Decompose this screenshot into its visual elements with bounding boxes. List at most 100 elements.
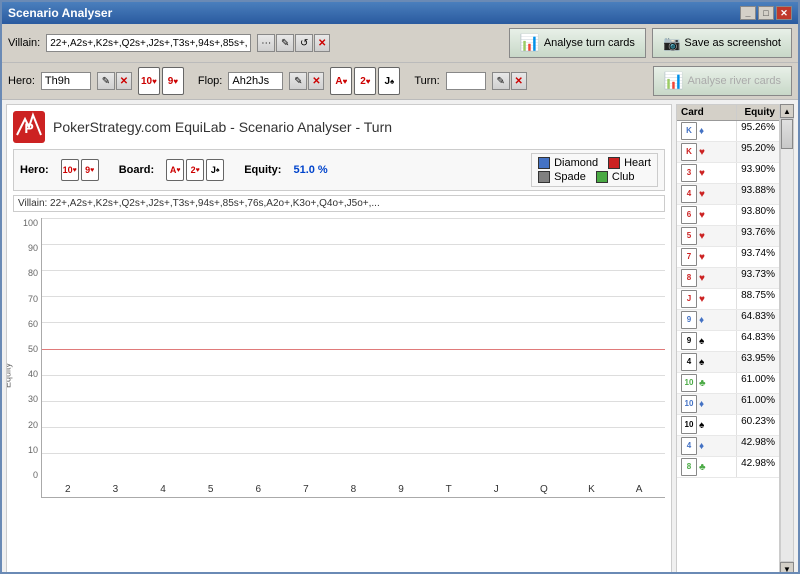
spade-color [538,171,550,183]
equity-row: J♥88.75% [677,289,779,310]
equity-row: 10♣61.00% [677,373,779,394]
x-label-A: A [615,484,663,495]
y-100: 100 [23,218,38,228]
x-label-9: 9 [377,484,425,495]
flop-card-3: J♠ [378,67,400,95]
club-color [596,171,608,183]
close-button[interactable]: ✕ [776,6,792,20]
y-50: 50 [28,344,38,354]
equity-row: 7♥93.74% [677,247,779,268]
villain-edit-btn[interactable]: ✎ [276,34,294,52]
col-equity-header: Equity [737,105,779,120]
diamond-color [538,157,550,169]
save-screenshot-btn[interactable]: 📷 Save as screenshot [652,28,792,58]
equity-value: 95.26% [737,121,779,141]
spade-club-legend: Spade Club [538,171,651,183]
chart-area: 23456789TJQKA [41,218,665,498]
villain-clear-btn[interactable]: ↺ [295,34,313,52]
equity-card: 10 [681,374,697,392]
equity-card: 4 [681,185,697,203]
equity-card: 3 [681,164,697,182]
equity-card: 9 [681,311,697,329]
y-80: 80 [28,268,38,278]
maximize-button[interactable]: □ [758,6,774,20]
equity-card: 10 [681,416,697,434]
diamond-label: Diamond [554,157,598,169]
turn-edit-btn[interactable]: ✎ [492,72,510,90]
flop-input[interactable] [228,72,283,90]
villain-remove-btn[interactable]: ✕ [314,34,330,52]
heart-color [608,157,620,169]
equity-card: 10 [681,395,697,413]
hero-clear-btn[interactable]: ✕ [116,72,132,90]
equity-card: 8 [681,458,697,476]
equity-row: 10♠60.23% [677,415,779,436]
analyse-turn-btn[interactable]: 📊 Analyse turn cards [509,28,646,58]
board-card-display-3: J♠ [206,159,224,181]
y-60: 60 [28,319,38,329]
analyse-turn-label: Analyse turn cards [544,37,635,49]
flop-edit-btn[interactable]: ✎ [289,72,307,90]
scroll-thumb[interactable] [781,119,793,149]
club-label: Club [612,171,635,183]
title-bar: Scenario Analyser _ □ ✕ [2,2,798,24]
turn-input[interactable] [446,72,486,90]
flop-card-2: 2♥ [354,67,376,95]
board-card-display-2: 2♥ [186,159,204,181]
equity-card: 4 [681,437,697,455]
equity-suit: ♦ [699,126,704,137]
minimize-button[interactable]: _ [740,6,756,20]
diamond-legend: Diamond Heart [538,157,651,169]
equity-card: 9 [681,332,697,350]
equity-suit: ♠ [699,420,704,431]
equity-value: 61.00% [737,394,779,414]
hero-edit-btn[interactable]: ✎ [97,72,115,90]
eq-table-header: Card Equity [677,105,779,121]
equity-suit: ♥ [699,147,705,158]
flop-clear-btn[interactable]: ✕ [308,72,324,90]
equity-scrollbar[interactable]: ▲ ▼ [780,104,794,574]
equity-row: 4♠63.95% [677,352,779,373]
equity-suit: ♠ [699,336,704,347]
villain-range-btn[interactable]: ⋯ [257,34,275,52]
villain-input[interactable] [46,34,251,52]
window-controls: _ □ ✕ [740,6,792,20]
hero-info-label: Hero: [20,164,49,176]
y-40: 40 [28,369,38,379]
x-label-Q: Q [520,484,568,495]
equity-row: 5♥93.76% [677,226,779,247]
scroll-up-btn[interactable]: ▲ [780,104,794,118]
equity-suit: ♦ [699,441,704,452]
y-30: 30 [28,394,38,404]
equity-info-label: Equity: [244,164,281,176]
equity-suit: ♦ [699,315,704,326]
turn-label: Turn: [414,75,439,87]
turn-clear-btn[interactable]: ✕ [511,72,527,90]
equity-value: 42.98% [737,436,779,456]
y-90: 90 [28,243,38,253]
scroll-down-btn[interactable]: ▼ [780,562,794,574]
x-labels: 23456789TJQKA [44,484,663,495]
hero-label: Hero: [8,75,35,87]
analyse-river-btn[interactable]: 📊 Analyse river cards [653,66,792,96]
equity-row: 9♦ 64.83% [677,310,779,331]
equity-value: 64.83% [737,310,779,330]
equity-table-panel: Card Equity K♦95.26%K♥95.20%3♥93.90%4♥93… [676,104,794,574]
equity-pct-display: 51.0 % [293,164,327,176]
equity-row: 10♦61.00% [677,394,779,415]
chart-header: P PokerStrategy.com EquiLab - Scenario A… [13,111,665,143]
y-axis: Equity 100 90 80 70 60 50 40 30 20 10 0 [13,218,41,498]
equity-suit: ♥ [699,294,705,305]
hero-input[interactable] [41,72,91,90]
equity-suit: ♥ [699,168,705,179]
equity-value: 95.20% [737,142,779,162]
equity-suit: ♣ [699,462,706,473]
x-label-6: 6 [234,484,282,495]
spade-label: Spade [554,171,586,183]
y-axis-label: Equity [6,363,13,388]
equity-row: K♦95.26% [677,121,779,142]
equity-value: 61.00% [737,373,779,393]
villain-range-display: Villain: 22+,A2s+,K2s+,Q2s+,J2s+,T3s+,94… [13,195,665,212]
equity-row: K♥95.20% [677,142,779,163]
hero-card-1: 10♥ [138,67,160,95]
